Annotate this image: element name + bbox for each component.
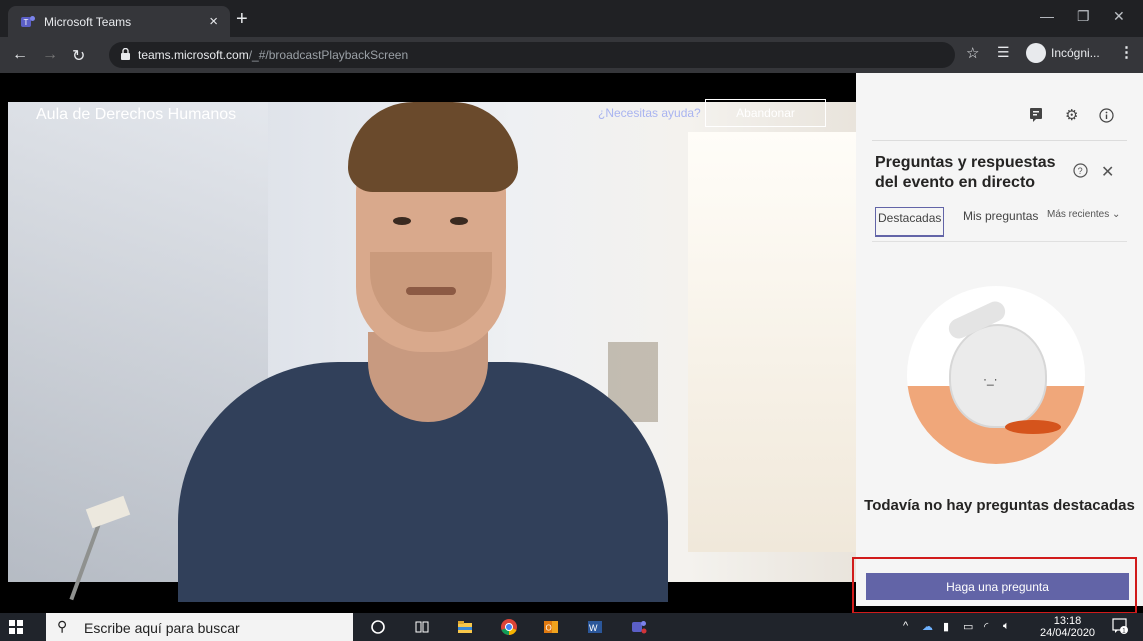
browser-menu-icon[interactable]: ⋮: [1119, 43, 1134, 61]
svg-text:W: W: [589, 623, 598, 633]
tab-close-icon[interactable]: ×: [209, 13, 218, 30]
minimize-icon[interactable]: —: [1040, 8, 1054, 24]
clock-date: 24/04/2020: [1040, 627, 1096, 639]
address-bar[interactable]: teams.microsoft.com/_#/broadcastPlayback…: [109, 42, 955, 68]
wifi-icon[interactable]: ◜: [984, 620, 988, 633]
task-view-icon[interactable]: [413, 618, 431, 636]
usb-icon[interactable]: ▮: [943, 620, 949, 633]
highlight-box: [852, 557, 1137, 614]
search-placeholder: Escribe aquí para buscar: [84, 620, 240, 636]
panel-divider: [872, 140, 1127, 141]
svg-text:T: T: [24, 18, 29, 27]
teams-icon: T: [21, 15, 35, 27]
browser-tab-strip: T Microsoft Teams × + — ❐ ✕: [0, 0, 1143, 37]
tab-destacadas[interactable]: Destacadas: [875, 207, 945, 237]
presenter-eye-left: [393, 217, 411, 225]
cortana-icon[interactable]: [369, 618, 387, 636]
reload-icon[interactable]: ↻: [72, 46, 85, 66]
jar-face: ·_·: [983, 372, 998, 386]
video-frame: [8, 102, 856, 602]
battery-icon[interactable]: ▭: [963, 620, 973, 633]
incognito-icon[interactable]: [1026, 43, 1046, 63]
presenter-mouth: [406, 287, 456, 295]
leave-button[interactable]: Abandonar: [705, 99, 826, 127]
empty-state-message: Todavía no hay preguntas destacadas: [864, 497, 1135, 514]
fallen-lid: [1005, 420, 1061, 434]
chat-qa-icon[interactable]: [1029, 107, 1045, 123]
url-path: /_#/broadcastPlaybackScreen: [248, 48, 409, 62]
volume-icon[interactable]: 🔈︎: [1003, 620, 1010, 633]
windows-start-icon[interactable]: [9, 620, 23, 634]
chevron-down-icon: ⌄: [1112, 209, 1121, 220]
tab-mis-preguntas[interactable]: Mis preguntas: [963, 209, 1038, 223]
svg-text:O: O: [546, 624, 552, 633]
system-clock[interactable]: 13:18 24/04/2020: [1040, 615, 1095, 639]
info-icon[interactable]: [1099, 108, 1114, 123]
presenter-eye-right: [450, 217, 468, 225]
qa-tabs: Destacadas Mis preguntas Más recientes ⌄: [875, 207, 1135, 237]
qa-title: Preguntas y respuestas del evento en dir…: [875, 154, 1056, 191]
tab-title: Microsoft Teams: [44, 14, 132, 29]
settings-gear-icon[interactable]: ⚙: [1065, 106, 1078, 124]
new-tab-button[interactable]: +: [236, 8, 248, 31]
profile-label[interactable]: Incógni...: [1051, 46, 1100, 60]
search-icon: ⚲: [57, 618, 68, 634]
outlook-icon[interactable]: O: [542, 618, 560, 636]
close-window-icon[interactable]: ✕: [1113, 8, 1125, 25]
jar-shape: [949, 324, 1047, 428]
empty-jar-illustration: ·_·: [907, 286, 1085, 464]
lock-icon: [121, 48, 130, 60]
onedrive-icon[interactable]: ☁: [922, 620, 933, 633]
qa-panel: ⚙ Preguntas y respuestas del evento en d…: [856, 73, 1143, 606]
browser-tab[interactable]: T Microsoft Teams ×: [8, 6, 230, 37]
windows-taskbar: ⚲ Escribe aquí para buscar O W ^ ☁ ▮ ▭ ◜…: [0, 613, 1143, 641]
word-icon[interactable]: W: [586, 618, 604, 636]
bookmark-star-icon[interactable]: ☆: [966, 44, 979, 62]
teams-taskbar-icon[interactable]: [630, 618, 648, 636]
background-window: [688, 132, 856, 552]
close-panel-icon[interactable]: ✕: [1101, 162, 1114, 182]
chrome-icon[interactable]: [500, 618, 518, 636]
svg-text:?: ?: [1078, 166, 1083, 176]
file-explorer-icon[interactable]: [456, 618, 474, 636]
sort-dropdown[interactable]: Más recientes ⌄: [1047, 209, 1120, 220]
reading-list-icon[interactable]: ☰: [997, 44, 1010, 61]
help-link[interactable]: ¿Necesitas ayuda?: [598, 106, 701, 120]
tabs-divider: [872, 241, 1127, 242]
back-arrow-icon[interactable]: ←: [12, 46, 28, 64]
video-player[interactable]: Aula de Derechos Humanos ¿Necesitas ayud…: [8, 73, 856, 606]
taskbar-search[interactable]: ⚲ Escribe aquí para buscar: [46, 613, 353, 641]
clock-time: 13:18: [1053, 615, 1082, 627]
tray-chevron-icon[interactable]: ^: [903, 620, 908, 632]
forward-arrow-icon[interactable]: →: [42, 46, 58, 64]
url-text: teams.microsoft.com/_#/broadcastPlayback…: [138, 48, 408, 62]
presenter-hair: [348, 102, 518, 192]
event-title: Aula de Derechos Humanos: [36, 106, 237, 123]
notification-center-icon[interactable]: 1: [1112, 618, 1128, 634]
help-circle-icon[interactable]: ?: [1073, 163, 1088, 178]
sort-label: Más recientes: [1047, 209, 1110, 220]
restore-icon[interactable]: ❐: [1077, 8, 1090, 25]
url-domain: teams.microsoft.com: [138, 48, 249, 62]
